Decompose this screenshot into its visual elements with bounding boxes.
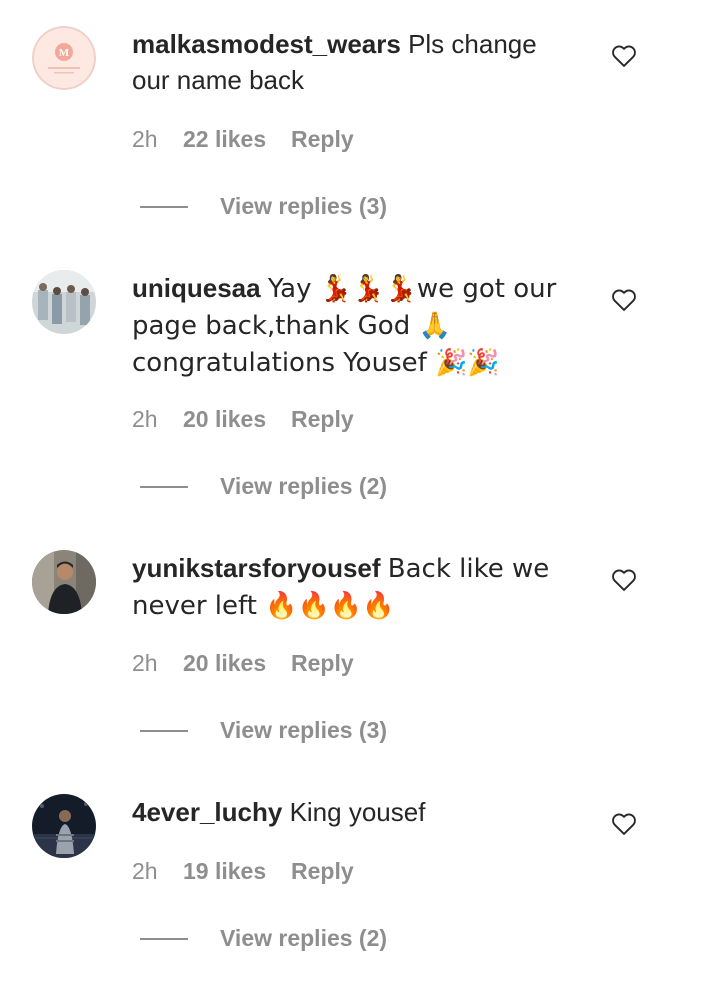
comment-body: malkasmodest_wears Pls change our name b… [132,26,572,98]
view-replies-label: View replies (3) [220,193,388,219]
comment-meta: 2h 20 likes Reply [132,650,354,677]
comment-username[interactable]: yunikstarsforyousef [132,553,381,583]
heart-outline-icon[interactable] [610,566,638,594]
replies-divider [140,205,188,208]
comment-body: yunikstarsforyousef Back like we never l… [132,550,572,624]
avatar[interactable] [32,550,96,614]
reply-button[interactable]: Reply [291,406,354,433]
reply-button[interactable]: Reply [291,126,354,153]
view-replies-label: View replies (3) [220,717,388,743]
comment-time: 2h [132,126,158,152]
comment-username[interactable]: 4ever_luchy [132,797,282,827]
view-replies-button[interactable]: View replies (3) [140,717,387,744]
svg-text:M: M [59,47,70,59]
view-replies-label: View replies (2) [220,925,388,951]
comment-likes[interactable]: 19 likes [183,858,291,885]
comment-time: 2h [132,650,158,676]
comment-time: 2h [132,406,158,432]
comment-likes[interactable]: 22 likes [183,126,291,153]
heart-outline-icon[interactable] [610,42,638,70]
avatar[interactable] [32,794,96,858]
comment-meta: 2h 22 likes Reply [132,126,354,153]
comment-username[interactable]: malkasmodest_wears [132,29,401,59]
replies-divider [140,937,188,940]
reply-button[interactable]: Reply [291,650,354,677]
comment-body: uniquesaa Yay 💃💃💃we got our page back,th… [132,270,572,381]
view-replies-button[interactable]: View replies (3) [140,193,387,220]
comment-meta: 2h 20 likes Reply [132,406,354,433]
view-replies-button[interactable]: View replies (2) [140,925,387,952]
comment-likes[interactable]: 20 likes [183,650,291,677]
avatar[interactable]: M [32,26,96,90]
comment-text: King yousef [289,797,426,827]
replies-divider [140,729,188,732]
comment-meta: 2h 19 likes Reply [132,858,354,885]
avatar[interactable] [32,270,96,334]
comment-time: 2h [132,858,158,884]
comment-likes[interactable]: 20 likes [183,406,291,433]
replies-divider [140,485,188,488]
comment-body: 4ever_luchy King yousef [132,794,572,830]
heart-outline-icon[interactable] [610,286,638,314]
comment-username[interactable]: uniquesaa [132,273,261,303]
view-replies-button[interactable]: View replies (2) [140,473,387,500]
reply-button[interactable]: Reply [291,858,354,885]
view-replies-label: View replies (2) [220,473,388,499]
heart-outline-icon[interactable] [610,810,638,838]
